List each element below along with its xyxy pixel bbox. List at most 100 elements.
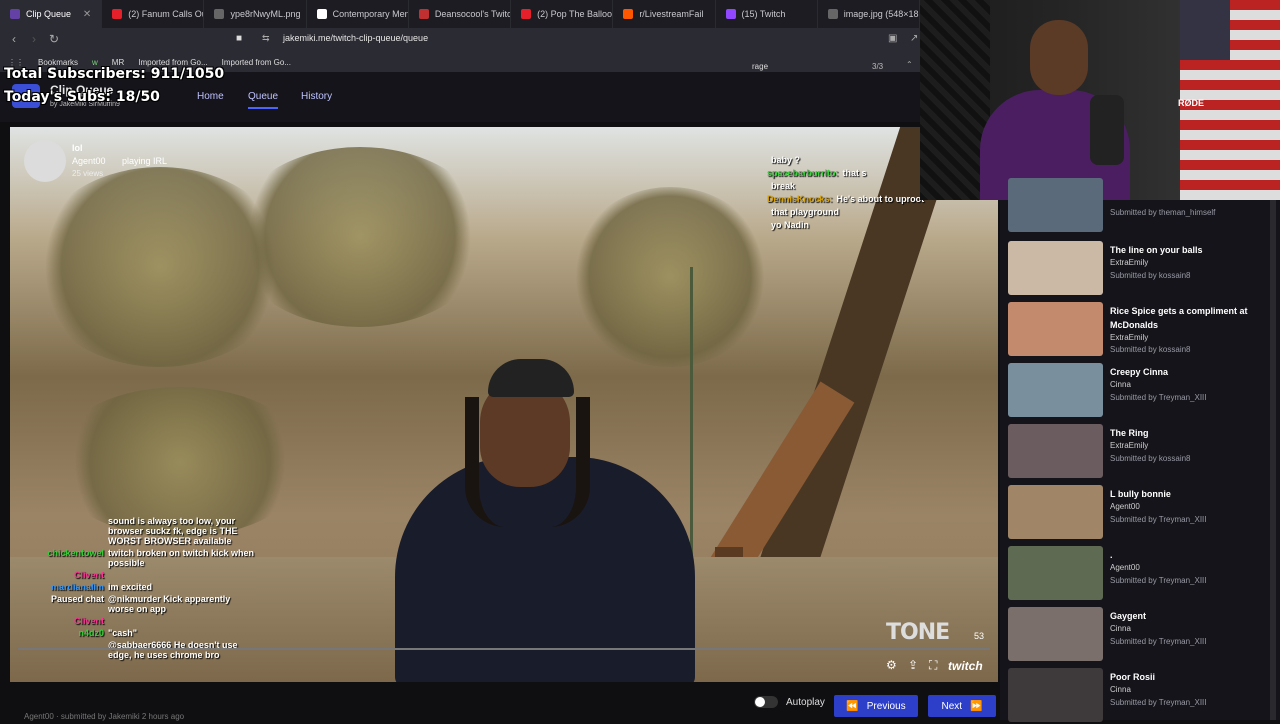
- clip-channel[interactable]: Agent00: [72, 156, 106, 166]
- reload-icon[interactable]: ↻: [44, 32, 64, 46]
- foliage-4: [50, 387, 310, 537]
- chat-message: Clivent: [14, 570, 264, 580]
- tab-label: Deansocool's Twitc: [434, 9, 512, 19]
- chat-username: n4dz0: [78, 628, 104, 638]
- next-button[interactable]: Next ⏩: [928, 695, 996, 717]
- nav-home[interactable]: Home: [197, 91, 224, 102]
- queue-item[interactable]: . Agent00 Submitted by Treyman_XIII: [1008, 546, 1268, 602]
- site-info-icon[interactable]: ⇆: [262, 33, 270, 44]
- tab-favicon-icon: [112, 9, 123, 19]
- queue-item[interactable]: Creepy Cinna Cinna Submitted by Treyman_XI…: [1008, 363, 1268, 419]
- browser-tab[interactable]: r/LivestreamFail: [613, 0, 716, 28]
- twitch-logo[interactable]: twitch: [948, 659, 983, 673]
- video-progress-bar[interactable]: [18, 648, 990, 650]
- chat-text: that s: [842, 168, 867, 178]
- browser-tab-bar: Clip Queue ✕ (2) Fanum Calls Out ype8rNwyML…: [0, 0, 920, 28]
- clip-avatar[interactable]: [24, 140, 66, 182]
- queue-item[interactable]: Rice Spice gets a compliment at McDonald…: [1008, 302, 1268, 358]
- queue-item-submitter: Submitted by theman_himself: [1110, 208, 1216, 217]
- queue-item-submitter: Submitted by kossain8: [1110, 454, 1191, 463]
- swing-rope: [690, 267, 693, 587]
- browser-tab[interactable]: Deansocool's Twitc: [409, 0, 512, 28]
- queue-item-channel: Cinna: [1110, 624, 1131, 633]
- queue-item-thumbnail[interactable]: [1008, 363, 1103, 417]
- queue-item-title: .: [1110, 550, 1113, 560]
- queue-item-thumbnail[interactable]: [1008, 241, 1103, 295]
- browser-tab[interactable]: (2) Fanum Calls Out: [102, 0, 205, 28]
- chat-text: @sabbaer6666 He doesn't use edge, he use…: [108, 640, 238, 660]
- queue-item[interactable]: Poor Rosii Cinna Submitted by Treyman_XIII: [1008, 668, 1268, 724]
- browser-tab[interactable]: ype8rNwyML.png: [204, 0, 307, 28]
- microphone: [1090, 95, 1124, 165]
- autoplay-toggle[interactable]: [754, 696, 778, 708]
- browser-tab[interactable]: Clip Queue ✕: [0, 0, 103, 28]
- browser-tab[interactable]: image.jpg (548×18: [818, 0, 920, 28]
- chat-username: Clivent: [73, 570, 104, 580]
- tab-favicon-icon: [521, 9, 532, 19]
- url-field[interactable]: jakemiki.me/twitch-clip-queue/queue: [283, 33, 428, 43]
- tab-favicon-icon: [214, 9, 225, 19]
- browser-tab[interactable]: (15) Twitch: [716, 0, 818, 28]
- share-icon[interactable]: ↗: [910, 33, 918, 44]
- queue-item-thumbnail[interactable]: [1008, 485, 1103, 539]
- queue-item[interactable]: The Ring ExtraEmily Submitted by kossain8: [1008, 424, 1268, 480]
- queue-item-thumbnail[interactable]: [1008, 546, 1103, 600]
- queue-item-thumbnail[interactable]: [1008, 424, 1103, 478]
- total-subscribers-counter: Total Subscribers: 911/1050: [4, 66, 225, 82]
- tab-label: ype8rNwyML.png: [230, 9, 301, 19]
- chat-username: spacebarburrito:: [767, 168, 839, 178]
- nav-history[interactable]: History: [301, 91, 332, 102]
- queue-item-thumbnail[interactable]: [1008, 302, 1103, 356]
- browser-tab[interactable]: Contemporary Men: [307, 0, 409, 28]
- chat-text: sound is always too low, your browser su…: [108, 516, 238, 546]
- next-label: Next: [941, 700, 963, 712]
- tab-label: r/LivestreamFail: [639, 9, 704, 19]
- chat-text: [108, 570, 258, 580]
- chat-message: n4dz0 "cash": [14, 628, 264, 638]
- chat-username: Clivent: [73, 616, 104, 626]
- bookmark-folder-imported-2[interactable]: Imported from Go...: [222, 58, 291, 67]
- chat-message: chickentowel twitch broken on twitch kick…: [14, 548, 264, 568]
- queue-item-channel: ExtraEmily: [1110, 441, 1149, 450]
- chat-text: im excited: [108, 582, 153, 592]
- share-clip-icon[interactable]: ⇪: [908, 658, 918, 672]
- queue-item-thumbnail[interactable]: [1008, 668, 1103, 722]
- queue-item-thumbnail[interactable]: [1008, 607, 1103, 661]
- fullscreen-icon[interactable]: ⛶: [929, 658, 937, 673]
- sidebar-scrollbar[interactable]: [1270, 200, 1276, 720]
- person-cap: [488, 359, 574, 397]
- next-icon: ⏩: [970, 700, 983, 712]
- find-input[interactable]: rage: [752, 62, 768, 71]
- queue-item-title: Rice Spice gets a compliment at McDonald…: [1110, 306, 1248, 330]
- nav-queue[interactable]: Queue: [248, 91, 279, 109]
- stream-chat-left: sound is always too low, your browser su…: [14, 516, 264, 662]
- forward-icon[interactable]: ›: [24, 32, 44, 46]
- chat-username: Paused chat: [50, 594, 104, 604]
- queue-item[interactable]: Submitted by theman_himself: [1008, 178, 1268, 234]
- queue-item[interactable]: The line on your balls ExtraEmily Submitte…: [1008, 241, 1268, 297]
- queue-item[interactable]: L bully bonnie Agent00 Submitted by Treyma…: [1008, 485, 1268, 541]
- streamer-head: [1030, 20, 1088, 95]
- browser-tab[interactable]: (2) Pop The Balloon: [511, 0, 614, 28]
- queue-item-title: Poor Rosii: [1110, 672, 1156, 682]
- back-icon[interactable]: ‹: [4, 32, 24, 46]
- chat-text: "cash": [108, 628, 138, 638]
- find-up-icon[interactable]: ⌃: [906, 60, 913, 69]
- tab-label: (2) Pop The Balloon: [537, 9, 614, 19]
- tab-label: Clip Queue: [26, 9, 72, 19]
- tab-close-icon[interactable]: ✕: [83, 9, 91, 20]
- queue-item-title: Gaygent: [1110, 611, 1147, 621]
- previous-button[interactable]: ⏪ Previous: [834, 695, 918, 717]
- bookmark-star-icon[interactable]: ■: [236, 33, 242, 44]
- chat-username: [14, 516, 104, 546]
- queue-item[interactable]: Gaygent Cinna Submitted by Treyman_XIII: [1008, 607, 1268, 663]
- reader-mode-icon[interactable]: ▣: [888, 33, 897, 44]
- queue-item-title: Creepy Cinna: [1110, 367, 1169, 377]
- settings-icon[interactable]: ⚙: [886, 658, 897, 672]
- mic-brand-label: RØDE: [1178, 98, 1205, 108]
- chat-username: DennisKnocks:: [767, 194, 833, 204]
- tab-favicon-icon: [725, 9, 736, 19]
- chat-message: that playground: [767, 207, 992, 217]
- queue-item-channel: Agent00: [1110, 502, 1140, 511]
- queue-item-thumbnail[interactable]: [1008, 178, 1103, 232]
